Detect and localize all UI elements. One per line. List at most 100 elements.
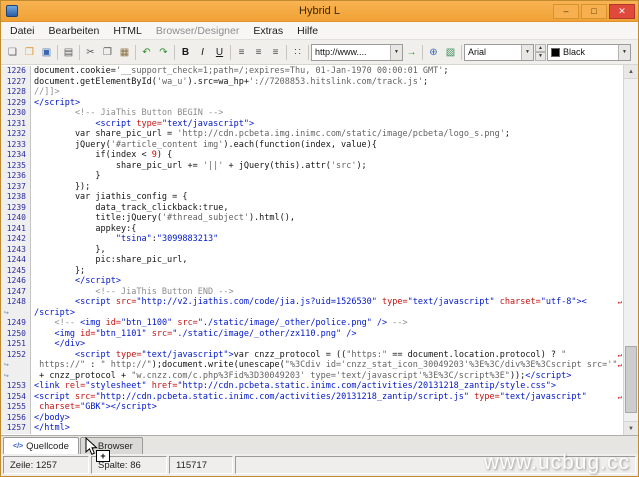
code-line[interactable]: charset="GBK"></script> [31,402,623,413]
menu-html[interactable]: HTML [106,23,149,39]
scroll-up-button[interactable]: ▲ [624,65,638,79]
line-number: 1226 [1,66,31,77]
go-button[interactable]: → [403,44,420,61]
font-select-value[interactable]: Arial [465,47,521,57]
code-line[interactable]: }); [31,182,623,193]
code-token: <script [95,119,136,129]
text-color-select-value[interactable]: Black [560,47,618,57]
code-line[interactable]: }; [31,266,623,277]
code-token: "btn_1101" [95,329,146,339]
code-line[interactable]: }, [31,245,623,256]
menu-datei[interactable]: Datei [3,23,42,39]
code-token: var cnzz_protocol = (( [234,350,347,360]
text-color-select[interactable]: Black▼ [547,44,631,61]
code-rows[interactable]: 1226document.cookie='__support_check=1;p… [1,66,623,435]
code-line[interactable]: appkey:{ [31,224,623,235]
align-right-icon[interactable]: ≡ [267,44,284,61]
underline-button[interactable]: U [211,44,228,61]
code-token: <!-- JiaThis Button END --> [34,287,234,297]
code-line[interactable]: //]]> [31,87,623,98]
code-line[interactable]: </div> [31,339,623,350]
cut-icon[interactable]: ✂ [82,44,99,61]
menu-hilfe[interactable]: Hilfe [290,23,325,39]
code-token: src= [75,392,95,402]
code-line[interactable]: title:jQuery('#thread_subject').html(), [31,213,623,224]
code-line[interactable]: "tsina":"3099883213" [31,234,623,245]
align-left-icon[interactable]: ≡ [233,44,250,61]
url-input-value[interactable]: http://www.... [312,47,390,57]
align-center-icon[interactable]: ≡ [250,44,267,61]
copy-icon[interactable]: ❐ [99,44,116,61]
code-token: ); [356,161,366,171]
italic-button[interactable]: I [194,44,211,61]
code-token: </div> [34,339,85,349]
paste-icon[interactable]: ▦ [116,44,133,61]
code-line[interactable]: document.getElementById('wa_u').src=wa_h… [31,77,623,88]
code-row: 1233 jQuery('#article_content img').each… [1,140,623,151]
vertical-scrollbar[interactable]: ▲ ▼ [623,65,638,435]
code-token: + jQuery(this).attr( [223,161,330,171]
url-input[interactable]: http://www....▼ [311,44,403,61]
code-token: --> [387,318,407,328]
line-number: 1257 [1,423,31,434]
code-line[interactable]: </body> [31,413,623,424]
code-line[interactable]: data_track_clickback:true, [31,203,623,214]
code-line[interactable]: + cnzz_protocol + "w.cnzz.com/c.php%3Fid… [31,371,623,382]
code-line[interactable]: /script> [31,308,623,319]
close-button[interactable]: ✕ [609,4,635,19]
code-line[interactable]: </html> [31,423,623,434]
image-icon[interactable]: ▧ [442,44,459,61]
font-size-down-button[interactable]: ▼ [535,52,546,61]
code-line[interactable]: pic:share_pic_url, [31,255,623,266]
code-editor[interactable]: 1226document.cookie='__support_check=1;p… [1,65,638,435]
tab-quellcode[interactable]: </>Quellcode [3,437,79,454]
code-row: 1228//]]> [1,87,623,98]
code-token: title:jQuery( [34,213,162,223]
code-row: 1245 }; [1,266,623,277]
code-line[interactable]: https://" : " http://");document.write(u… [31,360,623,371]
code-line[interactable]: var share_pic_url = 'http://cdn.pcbeta.i… [31,129,623,140]
code-token: : [85,360,100,370]
save-icon[interactable]: ▣ [38,44,55,61]
list-icon[interactable]: ∷ [289,44,306,61]
code-line[interactable]: <script type="text/javascript"> [31,119,623,130]
scrollbar-thumb[interactable] [625,346,637,413]
open-folder-icon[interactable]: ❒ [21,44,38,61]
scroll-down-button[interactable]: ▼ [624,421,638,435]
menu-bearbeiten[interactable]: Bearbeiten [42,23,107,39]
url-input-dropdown-button[interactable]: ▼ [390,45,402,60]
undo-icon[interactable]: ↶ [138,44,155,61]
code-line[interactable]: <script src="http://v2.jiathis.com/code/… [31,297,623,308]
code-line[interactable]: <script type="text/javascript">var cnzz_… [31,350,623,361]
code-line[interactable]: <link rel="stylesheet" href="http://cdn.… [31,381,623,392]
code-line[interactable]: share_pic_url += '||' + jQuery(this).att… [31,161,623,172]
line-number: 1233 [1,140,31,151]
font-select-dropdown-button[interactable]: ▼ [521,45,533,60]
code-line[interactable]: <!-- JiaThis Button END --> [31,287,623,298]
new-file-icon[interactable]: ❏ [4,44,21,61]
font-select[interactable]: Arial▼ [464,44,534,61]
code-line[interactable]: var jiathis_config = { [31,192,623,203]
code-line[interactable]: <script src="http://cdn.pcbeta.static.in… [31,392,623,403]
tab-browser[interactable]: eBrowser [80,437,143,454]
menu-browser-designer[interactable]: Browser/Designer [149,23,246,39]
code-line[interactable]: <!-- <img id="btn_1100" src="./static/im… [31,318,623,329]
code-line[interactable]: <img id="btn_1101" src="./static/image/_… [31,329,623,340]
code-line[interactable]: } [31,171,623,182]
font-size-up-button[interactable]: ▲ [535,44,546,53]
code-line[interactable]: </script> [31,276,623,287]
code-line[interactable]: <!-- JiaThis Button BEGIN --> [31,108,623,119]
code-line[interactable]: if(index < 9) { [31,150,623,161]
menu-extras[interactable]: Extras [246,23,290,39]
link-icon[interactable]: ⊕ [425,44,442,61]
code-token: ></script> [106,402,157,412]
code-line[interactable]: document.cookie='__support_check=1;path=… [31,66,623,77]
minimize-button[interactable]: – [553,4,579,19]
text-color-select-dropdown-button[interactable]: ▼ [618,45,630,60]
redo-icon[interactable]: ↷ [155,44,172,61]
code-line[interactable]: jQuery('#article_content img').each(func… [31,140,623,151]
maximize-button[interactable]: □ [581,4,607,19]
bold-button[interactable]: B [177,44,194,61]
print-icon[interactable]: ▤ [60,44,77,61]
code-line[interactable]: </script> [31,98,623,109]
